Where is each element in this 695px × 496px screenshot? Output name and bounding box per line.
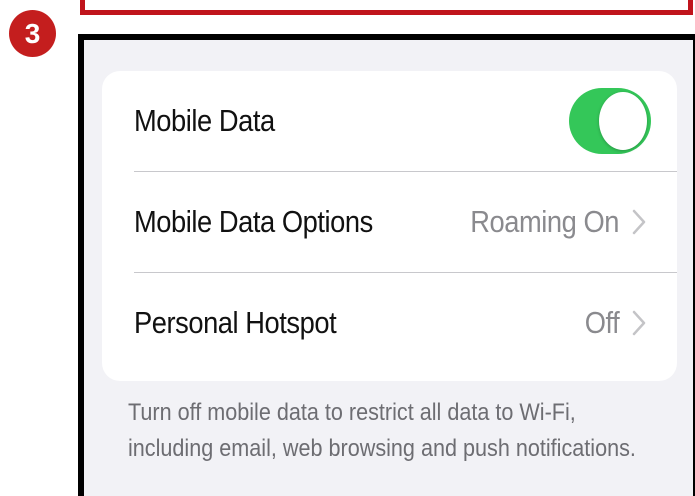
step-number-badge: 3 [9,10,56,57]
mobile-data-label: Mobile Data [134,103,275,138]
previous-step-highlight-frame [80,0,693,15]
toggle-knob [599,92,647,150]
screenshot-highlight-frame: Mobile Data Mobile Data Options Roaming … [78,34,695,496]
mobile-data-options-label: Mobile Data Options [134,204,373,239]
mobile-data-options-value: Roaming On [470,204,619,239]
mobile-data-settings-group: Mobile Data Mobile Data Options Roaming … [102,71,677,381]
footer-line-2: including email, web browsing and push n… [128,435,636,462]
mobile-data-footer-note: Turn off mobile data to restrict all dat… [128,395,636,467]
personal-hotspot-value: Off [584,305,619,340]
tutorial-canvas: 3 Mobile Data Mobile Data Options Roamin… [0,0,695,496]
footer-line-1: Turn off mobile data to restrict all dat… [128,399,576,426]
chevron-right-icon [631,209,647,235]
mobile-data-row[interactable]: Mobile Data [102,71,677,171]
mobile-data-toggle[interactable] [569,88,651,154]
chevron-right-icon [631,310,647,336]
personal-hotspot-label: Personal Hotspot [134,305,337,340]
mobile-data-options-row[interactable]: Mobile Data Options Roaming On [102,172,677,272]
personal-hotspot-row[interactable]: Personal Hotspot Off [102,273,677,373]
